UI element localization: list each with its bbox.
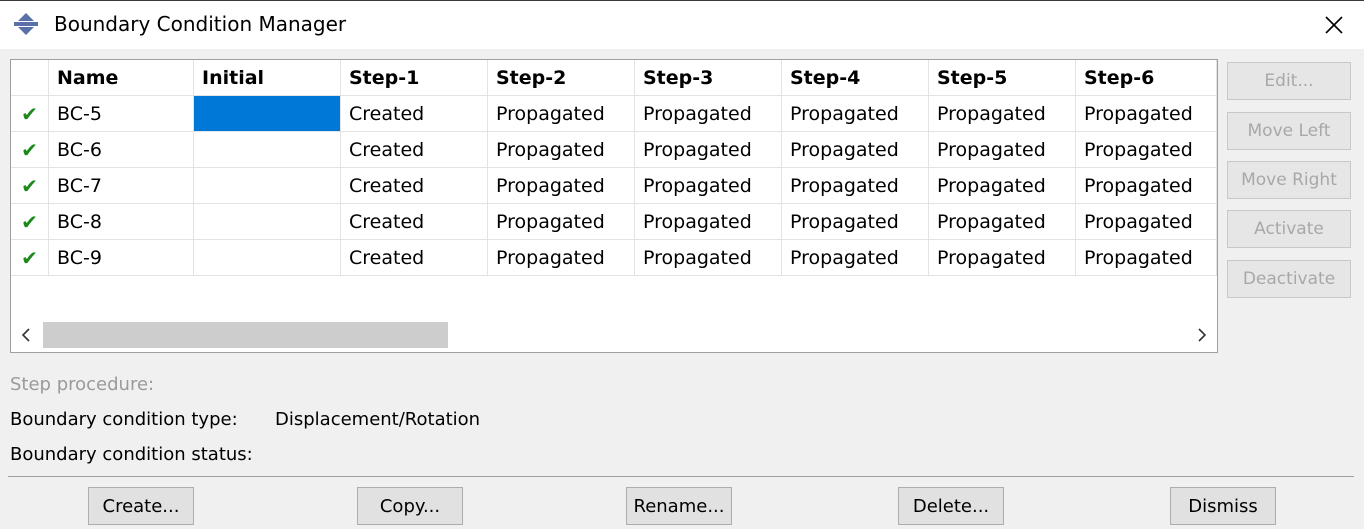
step-status-cell[interactable]: Propagated: [1076, 240, 1217, 276]
step-status-cell[interactable]: Propagated: [488, 240, 635, 276]
step-status-cell[interactable]: Propagated: [782, 204, 929, 240]
step-status-cell[interactable]: Propagated: [635, 204, 782, 240]
step-status-cell[interactable]: Propagated: [488, 96, 635, 132]
step-status-cell[interactable]: [194, 96, 341, 132]
step-status-cell[interactable]: Propagated: [1076, 204, 1217, 240]
column-header[interactable]: Step-4: [782, 60, 929, 96]
active-check-icon: ✔: [11, 132, 49, 168]
step-status-cell[interactable]: Propagated: [782, 168, 929, 204]
window-title: Boundary Condition Manager: [54, 12, 347, 36]
column-header[interactable]: Step-6: [1076, 60, 1217, 96]
column-header[interactable]: Initial: [194, 60, 341, 96]
step-status-cell[interactable]: Propagated: [1076, 168, 1217, 204]
step-status-cell[interactable]: [194, 240, 341, 276]
step-status-cell[interactable]: Propagated: [929, 168, 1076, 204]
step-status-cell[interactable]: Propagated: [929, 132, 1076, 168]
step-status-cell[interactable]: Propagated: [488, 132, 635, 168]
bc-type-label: Boundary condition type:: [10, 409, 238, 430]
bc-name-cell[interactable]: BC-6: [49, 132, 194, 168]
active-check-icon: ✔: [11, 204, 49, 240]
header-status-column: [11, 60, 49, 96]
step-status-cell[interactable]: Propagated: [488, 204, 635, 240]
column-header[interactable]: Name: [49, 60, 194, 96]
step-status-cell[interactable]: Propagated: [782, 240, 929, 276]
step-status-cell[interactable]: [194, 168, 341, 204]
bc-name-cell[interactable]: BC-8: [49, 204, 194, 240]
create-button[interactable]: Create...: [88, 487, 194, 525]
bc-type-value: Displacement/Rotation: [275, 409, 481, 430]
step-status-cell[interactable]: [194, 132, 341, 168]
step-status-cell[interactable]: Propagated: [782, 132, 929, 168]
step-status-cell[interactable]: Created: [341, 240, 488, 276]
scroll-right-button[interactable]: [1187, 318, 1217, 352]
activate-button[interactable]: Activate: [1227, 210, 1351, 248]
step-procedure-label: Step procedure:: [10, 374, 155, 395]
active-check-icon: ✔: [11, 240, 49, 276]
column-header[interactable]: Step-2: [488, 60, 635, 96]
title-bar: Boundary Condition Manager: [0, 0, 1364, 49]
step-status-cell[interactable]: Propagated: [929, 240, 1076, 276]
scroll-thumb[interactable]: [43, 322, 448, 348]
bc-name-cell[interactable]: BC-5: [49, 96, 194, 132]
close-button[interactable]: [1314, 5, 1354, 45]
step-status-cell[interactable]: Propagated: [1076, 96, 1217, 132]
bc-table[interactable]: Name Initial Step-1 Step-2 Step-3 Step-4 Step-…: [10, 59, 1218, 353]
bc-name-cell[interactable]: BC-9: [49, 240, 194, 276]
horizontal-scrollbar[interactable]: [11, 318, 1217, 352]
delete-button[interactable]: Delete...: [898, 487, 1004, 525]
bc-name-cell[interactable]: BC-7: [49, 168, 194, 204]
step-status-cell[interactable]: Created: [341, 132, 488, 168]
move-right-button[interactable]: Move Right: [1227, 161, 1351, 199]
bc-status-label: Boundary condition status:: [10, 444, 253, 465]
step-status-cell[interactable]: Propagated: [635, 240, 782, 276]
scroll-left-button[interactable]: [11, 318, 41, 352]
close-icon: [1325, 16, 1343, 34]
edit-button[interactable]: Edit...: [1227, 62, 1351, 100]
column-header[interactable]: Step-3: [635, 60, 782, 96]
step-status-cell[interactable]: [194, 204, 341, 240]
step-status-cell[interactable]: Propagated: [929, 204, 1076, 240]
column-header[interactable]: Step-5: [929, 60, 1076, 96]
step-status-cell[interactable]: Propagated: [782, 96, 929, 132]
abaqus-manager-icon: [14, 13, 38, 35]
copy-button[interactable]: Copy...: [357, 487, 463, 525]
rename-button[interactable]: Rename...: [626, 487, 732, 525]
step-status-cell[interactable]: Propagated: [929, 96, 1076, 132]
step-status-cell[interactable]: Created: [341, 96, 488, 132]
step-status-cell[interactable]: Propagated: [635, 168, 782, 204]
active-check-icon: ✔: [11, 168, 49, 204]
step-status-cell[interactable]: Created: [341, 204, 488, 240]
bc-type-row: Boundary condition type: Displacement/Ro…: [10, 409, 810, 430]
step-status-cell[interactable]: Propagated: [635, 96, 782, 132]
step-status-cell[interactable]: Created: [341, 168, 488, 204]
separator: [8, 476, 1354, 477]
step-status-cell[interactable]: Propagated: [1076, 132, 1217, 168]
deactivate-button[interactable]: Deactivate: [1227, 260, 1351, 298]
dismiss-button[interactable]: Dismiss: [1170, 487, 1276, 525]
chevron-left-icon: [21, 328, 30, 342]
active-check-icon: ✔: [11, 96, 49, 132]
column-header[interactable]: Step-1: [341, 60, 488, 96]
move-left-button[interactable]: Move Left: [1227, 112, 1351, 150]
step-status-cell[interactable]: Propagated: [635, 132, 782, 168]
chevron-right-icon: [1198, 328, 1207, 342]
step-status-cell[interactable]: Propagated: [488, 168, 635, 204]
